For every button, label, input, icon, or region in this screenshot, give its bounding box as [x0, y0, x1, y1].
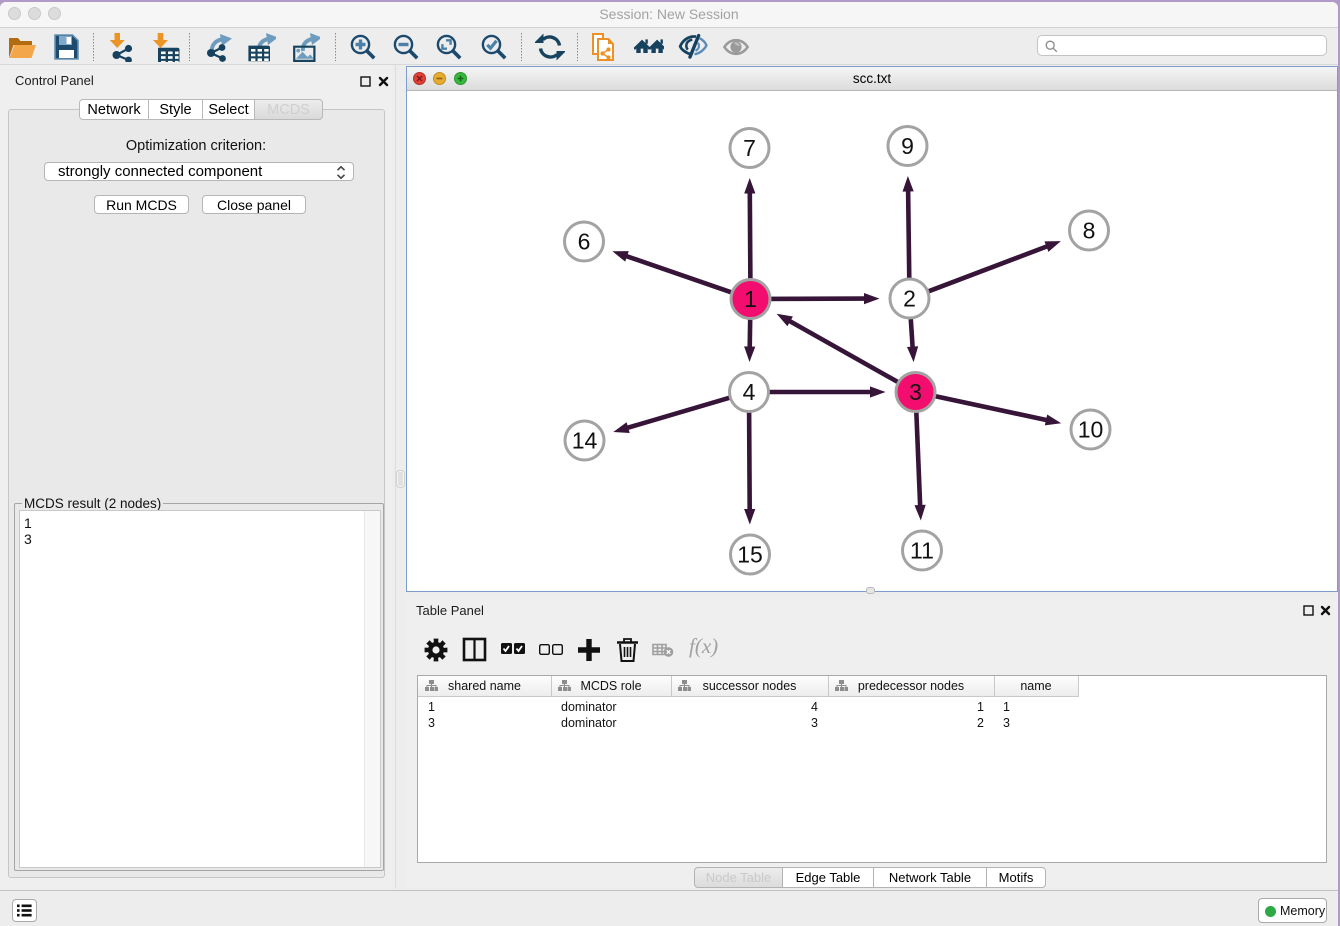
- svg-text:14: 14: [572, 428, 598, 454]
- svg-text:15: 15: [737, 542, 763, 568]
- svg-text:8: 8: [1083, 218, 1096, 244]
- svg-text:3: 3: [909, 379, 922, 405]
- svg-text:1: 1: [744, 286, 757, 312]
- svg-text:10: 10: [1078, 417, 1104, 443]
- svg-text:2: 2: [903, 286, 916, 312]
- svg-text:4: 4: [743, 379, 756, 405]
- svg-text:7: 7: [743, 135, 756, 161]
- svg-text:11: 11: [910, 538, 934, 564]
- svg-text:6: 6: [578, 229, 591, 255]
- svg-text:9: 9: [901, 133, 914, 159]
